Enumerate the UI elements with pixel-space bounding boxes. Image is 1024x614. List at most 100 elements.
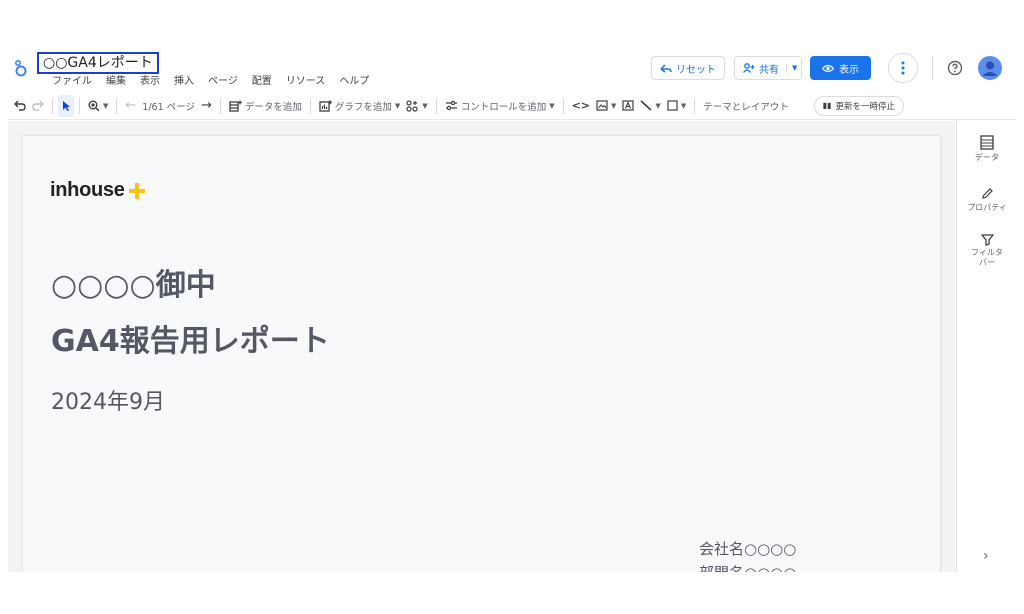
- add-control-button[interactable]: コントロールを追加 ▼: [442, 95, 558, 117]
- text-button[interactable]: [619, 95, 637, 117]
- chevron-down-icon: ▼: [655, 101, 661, 110]
- divider: [562, 97, 564, 114]
- report-canvas: inhouse ○○○○御中 GA4報告用レポート 2024年9月 会社名○○○…: [8, 121, 955, 572]
- client-name-title: ○○○○御中: [51, 268, 216, 303]
- brand-text: inhouse: [50, 179, 125, 201]
- pause-updates-label: 更新を一時停止: [835, 101, 896, 112]
- next-page-button[interactable]: →: [198, 95, 215, 117]
- menu-file[interactable]: ファイル: [45, 75, 99, 89]
- view-button[interactable]: 表示: [810, 56, 871, 80]
- side-tab-data[interactable]: データ: [957, 135, 1016, 163]
- embed-url-button[interactable]: <>: [569, 95, 593, 117]
- image-icon: [596, 100, 608, 111]
- divider: [435, 97, 437, 114]
- page-indicator[interactable]: 1/61 ページ: [139, 95, 198, 117]
- header: ○○GA4レポート ファイル 編集 表示 挿入 ページ 配置 リソース ヘルプ …: [8, 50, 1016, 92]
- divider: [52, 97, 53, 114]
- plus-logo-icon: [128, 182, 145, 199]
- side-tab-properties-label: プロパティ: [967, 203, 1007, 212]
- divider: [932, 56, 933, 80]
- table-icon: [980, 135, 994, 150]
- arrow-left-icon: ←: [125, 98, 137, 113]
- add-chart-icon: [319, 99, 332, 112]
- pencil-icon: [981, 188, 993, 199]
- share-label: 共有: [759, 64, 779, 76]
- side-tab-data-label: データ: [975, 153, 999, 162]
- reset-button[interactable]: リセット: [651, 56, 725, 80]
- undo-icon: [14, 100, 26, 111]
- menu-resource[interactable]: リソース: [279, 75, 333, 89]
- menu-help[interactable]: ヘルプ: [332, 75, 376, 89]
- inhouse-logo: inhouse: [50, 179, 146, 202]
- add-chart-label: グラフを追加: [334, 101, 392, 113]
- chevron-down-icon: ▼: [422, 101, 428, 110]
- menu-page[interactable]: ページ: [201, 75, 245, 89]
- redo-button[interactable]: [29, 95, 47, 117]
- image-button[interactable]: ▼: [593, 95, 619, 117]
- components-icon: [406, 99, 418, 112]
- community-viz-button[interactable]: ▼: [403, 95, 430, 117]
- cursor-arrow-icon: [63, 100, 70, 111]
- toolbar: ▼ ← 1/61 ページ → データを追加 グラフを追加 ▼ ▼ コントロールを…: [8, 92, 1016, 120]
- undo-button[interactable]: [11, 95, 29, 117]
- pause-updates-button[interactable]: ▮▮ 更新を一時停止: [813, 95, 905, 116]
- help-icon: [947, 60, 963, 76]
- menu-bar: ファイル 編集 表示 挿入 ページ 配置 リソース ヘルプ: [45, 75, 376, 89]
- side-tab-properties[interactable]: プロパティ: [957, 187, 1016, 213]
- report-title: GA4報告用レポート: [51, 324, 330, 359]
- chevron-down-icon: ▼: [680, 101, 687, 110]
- line-icon: [640, 100, 652, 111]
- help-button[interactable]: [940, 53, 970, 83]
- add-data-icon: [229, 100, 242, 112]
- view-label: 表示: [839, 64, 859, 76]
- zoom-button[interactable]: ▼: [85, 95, 111, 117]
- chevron-down-icon: ▼: [103, 101, 109, 110]
- arrow-right-icon: →: [200, 98, 212, 113]
- document-title[interactable]: ○○GA4レポート: [37, 52, 159, 74]
- redo-icon: [32, 100, 44, 111]
- prev-page-button[interactable]: ←: [122, 95, 139, 117]
- divider: [116, 97, 118, 114]
- square-shape-icon: [667, 100, 678, 111]
- share-dropdown-icon[interactable]: ▼: [786, 64, 797, 72]
- divider: [309, 97, 311, 114]
- filter-icon: [980, 234, 994, 246]
- menu-view[interactable]: 表示: [133, 75, 167, 89]
- department-name: 部門名○○○○: [699, 562, 796, 572]
- divider: [219, 97, 221, 114]
- undo-arrow-icon: [660, 64, 672, 73]
- more-options-button[interactable]: [888, 53, 918, 83]
- side-panel: データ プロパティ フィルタバー ›: [956, 121, 1016, 572]
- avatar-icon: [978, 56, 1002, 80]
- side-tab-filter-bar[interactable]: フィルタバー: [957, 233, 1016, 268]
- account-avatar[interactable]: [975, 53, 1005, 83]
- theme-layout-button[interactable]: テーマとレイアウト: [700, 95, 792, 117]
- menu-edit[interactable]: 編集: [99, 75, 133, 89]
- pause-icon: ▮▮: [822, 101, 832, 110]
- add-data-label: データを追加: [244, 101, 302, 113]
- divider: [79, 97, 80, 114]
- chevron-down-icon: ▼: [611, 101, 617, 110]
- report-page[interactable]: inhouse ○○○○御中 GA4報告用レポート 2024年9月 会社名○○○…: [23, 136, 940, 572]
- reset-label: リセット: [676, 64, 716, 76]
- control-sliders-icon: [445, 100, 457, 111]
- expand-panel-chevron-icon[interactable]: ›: [983, 548, 989, 564]
- divider: [694, 97, 696, 114]
- add-data-button[interactable]: データを追加: [226, 95, 305, 117]
- add-chart-button[interactable]: グラフを追加 ▼: [316, 95, 403, 117]
- chevron-down-icon: ▼: [549, 101, 555, 110]
- shape-button[interactable]: ▼: [664, 95, 689, 117]
- looker-studio-logo-icon[interactable]: [14, 58, 28, 78]
- eye-icon: [822, 64, 834, 72]
- menu-insert[interactable]: 挿入: [167, 75, 201, 89]
- add-control-label: コントロールを追加: [460, 101, 547, 113]
- select-tool[interactable]: [58, 94, 74, 117]
- zoom-icon: [88, 100, 100, 111]
- chevron-down-icon: ▼: [394, 101, 401, 110]
- share-button[interactable]: 共有 ▼: [734, 56, 803, 80]
- vertical-dots-icon: [901, 61, 905, 75]
- report-date: 2024年9月: [51, 390, 165, 415]
- report-editor: ○○GA4レポート ファイル 編集 表示 挿入 ページ 配置 リソース ヘルプ …: [8, 50, 1016, 572]
- line-button[interactable]: ▼: [637, 95, 663, 117]
- menu-arrange[interactable]: 配置: [245, 75, 279, 89]
